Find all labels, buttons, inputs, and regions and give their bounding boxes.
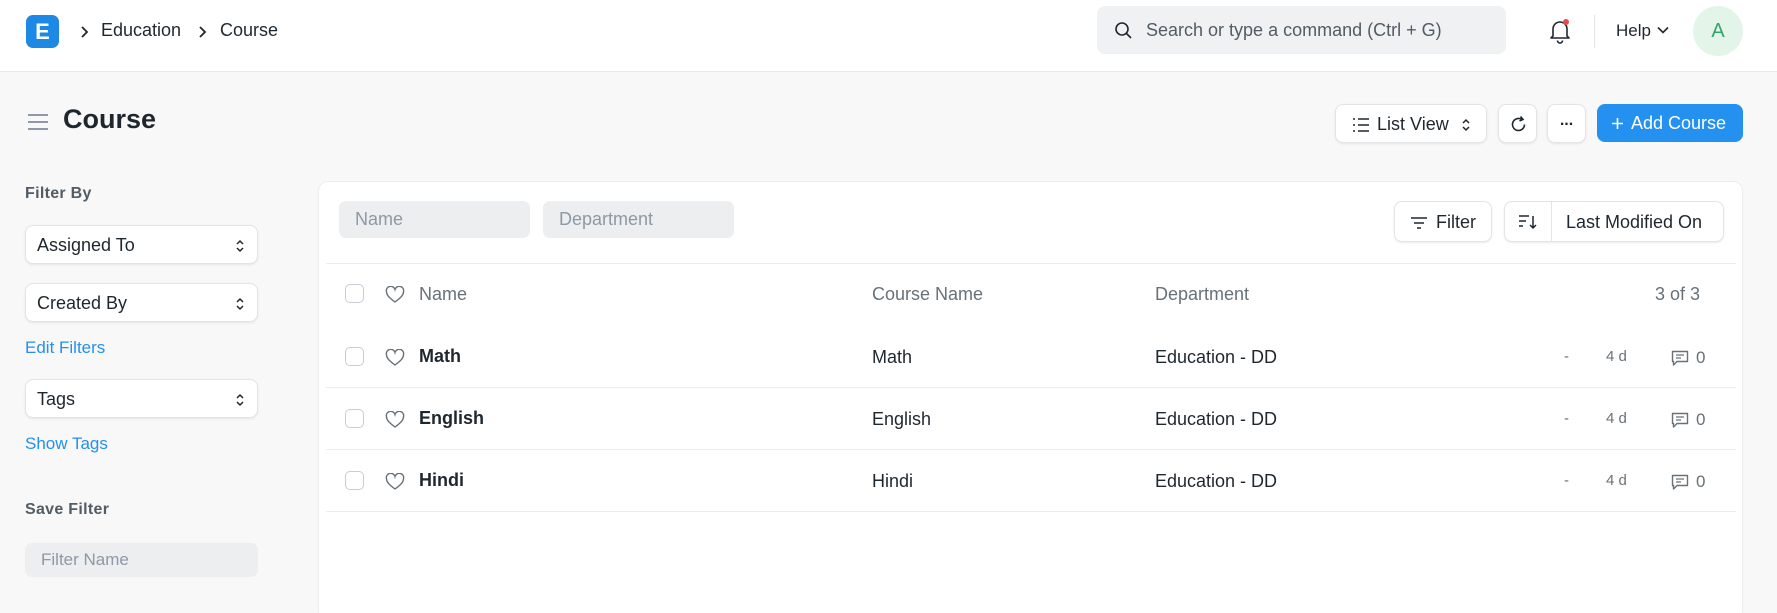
- select-arrows-icon: [236, 393, 244, 407]
- assigned-to-select[interactable]: Assigned To: [25, 225, 258, 264]
- created-by-label: Created By: [37, 293, 128, 313]
- row-modified: 4 d: [1606, 472, 1627, 489]
- row-comment-count: 0: [1696, 410, 1706, 429]
- filter-by-heading: Filter By: [25, 185, 92, 202]
- add-course-button[interactable]: Add Course: [1597, 104, 1743, 142]
- heart-icon[interactable]: [385, 286, 405, 304]
- row-modified: 4 d: [1606, 410, 1627, 427]
- list-view-button[interactable]: List View: [1335, 104, 1487, 143]
- sort-toggle-icon: [1462, 118, 1470, 132]
- app-logo[interactable]: E: [26, 15, 59, 48]
- refresh-button[interactable]: [1498, 104, 1537, 143]
- chevron-down-icon: [1657, 26, 1669, 34]
- row-department: Education - DD: [1155, 409, 1278, 429]
- row-name-link[interactable]: Hindi: [419, 470, 464, 491]
- column-header-name[interactable]: Name: [419, 284, 467, 305]
- row-department: Education - DD: [1155, 347, 1278, 367]
- divider: [326, 263, 1736, 264]
- row-comment-count: 0: [1696, 348, 1706, 367]
- breadcrumb-course[interactable]: Course: [220, 20, 278, 41]
- sidebar-toggle-icon[interactable]: [27, 113, 49, 131]
- heart-icon[interactable]: [385, 349, 405, 367]
- sort-direction-button[interactable]: [1505, 202, 1552, 241]
- row-checkbox[interactable]: [345, 347, 364, 366]
- row-divider: [326, 511, 1736, 512]
- select-arrows-icon: [236, 239, 244, 253]
- row-divider: [326, 449, 1736, 450]
- chevron-right-icon: [81, 26, 89, 38]
- column-header-department: Department: [1155, 284, 1250, 304]
- list-view-label: List View: [1377, 114, 1449, 134]
- breadcrumb-education[interactable]: Education: [101, 20, 181, 41]
- heart-icon[interactable]: [385, 473, 405, 491]
- select-all-checkbox[interactable]: [345, 284, 364, 303]
- plus-icon: [1612, 118, 1623, 129]
- edit-filters-link[interactable]: Edit Filters: [25, 338, 105, 358]
- chevron-right-icon: [199, 26, 207, 38]
- more-actions-button[interactable]: ...: [1547, 104, 1586, 143]
- comment-icon: [1671, 474, 1689, 490]
- filter-button-label: Filter: [1436, 212, 1476, 232]
- navbar-divider: [1594, 15, 1595, 48]
- row-dash: -: [1564, 472, 1569, 489]
- search-bar[interactable]: Search or type a command (Ctrl + G): [1097, 6, 1506, 54]
- name-filter-input[interactable]: [339, 201, 530, 238]
- filter-name-input[interactable]: [25, 543, 258, 577]
- row-divider: [326, 387, 1736, 388]
- row-name-link[interactable]: English: [419, 408, 484, 429]
- row-modified: 4 d: [1606, 348, 1627, 365]
- save-filter-heading: Save Filter: [25, 501, 110, 518]
- heart-icon[interactable]: [385, 411, 405, 429]
- list-card: Filter Last Modified On Name Course Name…: [318, 181, 1743, 613]
- search-placeholder: Search or type a command (Ctrl + G): [1146, 20, 1442, 40]
- filter-button[interactable]: Filter: [1394, 201, 1492, 242]
- result-count: 3 of 3: [1655, 284, 1701, 304]
- comment-icon: [1671, 412, 1689, 428]
- row-course-name: English: [872, 409, 932, 429]
- filter-icon: [1411, 217, 1427, 229]
- sort-descending-icon: [1519, 215, 1537, 230]
- comment-icon: [1671, 350, 1689, 366]
- row-course-name: Math: [872, 347, 913, 367]
- column-header-course-name: Course Name: [872, 284, 984, 304]
- sort-control[interactable]: Last Modified On: [1504, 201, 1724, 242]
- refresh-icon: [1511, 115, 1526, 132]
- tags-select[interactable]: Tags: [25, 379, 258, 418]
- user-avatar[interactable]: A: [1693, 6, 1743, 56]
- navbar: E Education Course Search or type a comm…: [0, 0, 1777, 72]
- select-arrows-icon: [236, 297, 244, 311]
- row-name-link[interactable]: Math: [419, 346, 461, 367]
- row-department: Education - DD: [1155, 471, 1278, 491]
- help-menu[interactable]: Help: [1616, 21, 1651, 41]
- list-icon: [1353, 118, 1369, 132]
- tags-label: Tags: [37, 389, 76, 409]
- row-dash: -: [1564, 410, 1569, 427]
- search-icon: [1115, 22, 1132, 39]
- page-title: Course: [63, 104, 157, 134]
- add-course-label: Add Course: [1631, 113, 1727, 133]
- row-checkbox[interactable]: [345, 471, 364, 490]
- department-filter-input[interactable]: [543, 201, 734, 238]
- sort-field-label[interactable]: Last Modified On: [1566, 212, 1702, 233]
- notification-dot: [1563, 19, 1569, 25]
- row-comment-count: 0: [1696, 472, 1706, 491]
- show-tags-link[interactable]: Show Tags: [25, 434, 108, 454]
- created-by-select[interactable]: Created By: [25, 283, 258, 322]
- row-dash: -: [1564, 348, 1569, 365]
- row-course-name: Hindi: [872, 471, 914, 491]
- row-checkbox[interactable]: [345, 409, 364, 428]
- assigned-to-label: Assigned To: [37, 235, 135, 255]
